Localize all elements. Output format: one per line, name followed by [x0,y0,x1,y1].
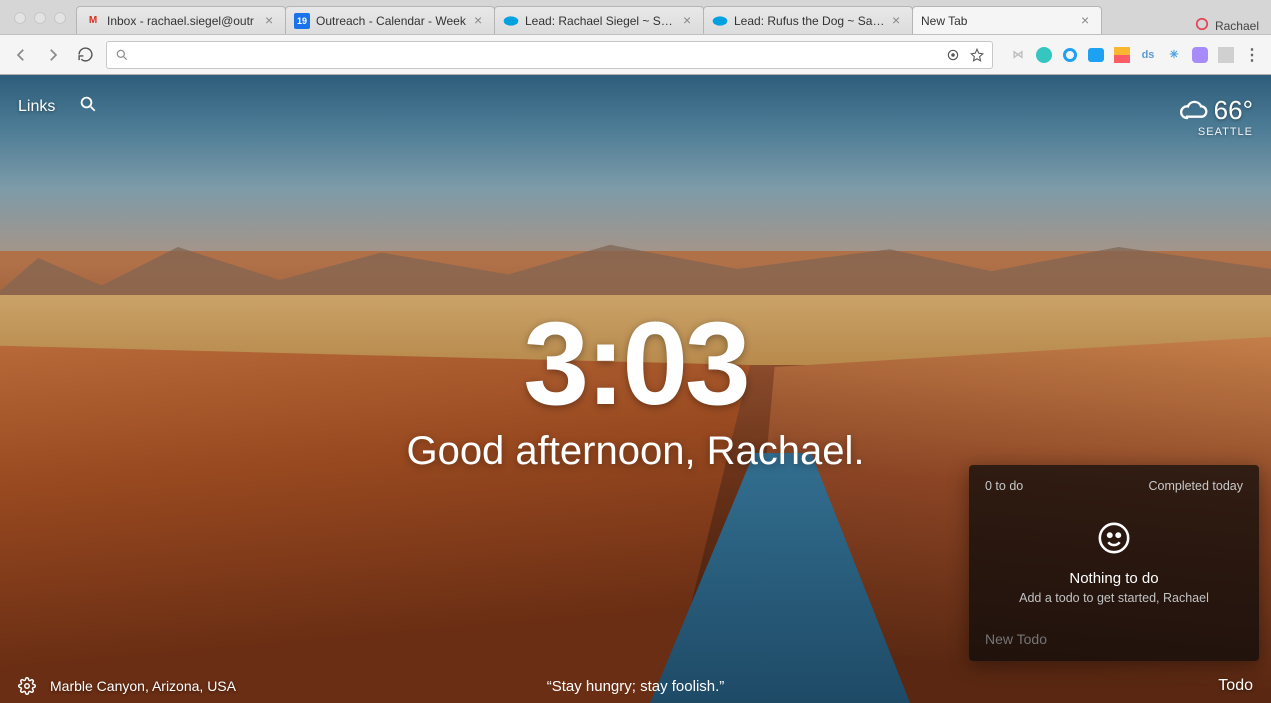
todo-empty-title: Nothing to do [985,570,1243,587]
weather-location: SEATTLE [1180,126,1253,138]
cloud-icon [1180,97,1208,125]
tab-strip: M Inbox - rachael.siegel@outr × 19 Outre… [0,0,1271,34]
tab-title: Inbox - rachael.siegel@outr [107,14,259,28]
profile-area[interactable]: Rachael [1195,17,1271,34]
address-bar[interactable] [106,41,993,69]
reload-button[interactable] [74,44,96,66]
profile-name: Rachael [1215,19,1259,33]
outreach-icon [1195,17,1209,34]
close-icon[interactable]: × [892,15,904,27]
close-window[interactable] [14,12,26,24]
window-controls[interactable] [8,12,76,34]
close-icon[interactable]: × [683,15,695,27]
tab-gmail[interactable]: M Inbox - rachael.siegel@outr × [76,6,286,34]
extension-icons: ⋈ ds ✳ ⋮ [1003,46,1261,64]
ext-icon[interactable] [1087,46,1105,64]
weather-temp: 66° [1214,95,1253,126]
gmail-icon: M [85,13,101,29]
forward-button[interactable] [42,44,64,66]
todo-count[interactable]: 0 to do [985,479,1023,493]
greeting: Good afternoon, Rachael. [406,429,864,474]
settings-button[interactable] [18,677,36,695]
search-icon [79,95,97,113]
tab-new-tab[interactable]: New Tab × [912,6,1102,34]
search-button[interactable] [79,95,97,118]
tab-calendar[interactable]: 19 Outreach - Calendar - Week × [285,6,495,34]
maximize-window[interactable] [54,12,66,24]
smile-icon [1097,521,1131,555]
salesforce-icon [712,13,728,29]
todo-panel: 0 to do Completed today Nothing to do Ad… [969,465,1259,661]
ext-icon[interactable]: ⋈ [1009,46,1027,64]
ext-icon[interactable]: ds [1139,46,1157,64]
ext-icon[interactable] [1191,46,1209,64]
links-button[interactable]: Links [18,98,55,116]
search-icon [115,48,129,62]
toolbar: ⋈ ds ✳ ⋮ [0,34,1271,75]
ext-icon[interactable] [1113,46,1131,64]
location-icon[interactable] [946,48,960,62]
ext-icon[interactable] [1061,46,1079,64]
back-button[interactable] [10,44,32,66]
tab-title: Outreach - Calendar - Week [316,14,468,28]
weather-widget[interactable]: 66° SEATTLE [1180,95,1253,138]
star-icon[interactable] [970,48,984,62]
todo-input[interactable] [985,623,1243,649]
ext-icon[interactable] [1217,46,1235,64]
ext-icon[interactable]: ✳ [1165,46,1183,64]
tab-title: Lead: Rufus the Dog ~ Sales [734,14,886,28]
calendar-icon: 19 [294,13,310,29]
close-icon[interactable]: × [474,15,486,27]
browser-chrome: M Inbox - rachael.siegel@outr × 19 Outre… [0,0,1271,75]
close-icon[interactable]: × [265,15,277,27]
todo-empty-subtitle: Add a todo to get started, Rachael [985,591,1243,605]
tab-title: New Tab [921,14,1075,28]
clock: 3:03 [523,305,747,423]
momentum-page: Links 66° SEATTLE 3:03 Good afternoon, R… [0,75,1271,703]
minimize-window[interactable] [34,12,46,24]
ext-icon[interactable] [1035,46,1053,64]
salesforce-icon [503,13,519,29]
tab-title: Lead: Rachael Siegel ~ Sales [525,14,677,28]
todo-toggle[interactable]: Todo [1218,677,1253,695]
todo-completed-link[interactable]: Completed today [1148,479,1243,493]
tab-salesforce-lead-rufus[interactable]: Lead: Rufus the Dog ~ Sales × [703,6,913,34]
close-icon[interactable]: × [1081,15,1093,27]
tab-salesforce-lead-rachael[interactable]: Lead: Rachael Siegel ~ Sales × [494,6,704,34]
menu-icon[interactable]: ⋮ [1243,46,1261,64]
photo-location[interactable]: Marble Canyon, Arizona, USA [50,678,236,694]
